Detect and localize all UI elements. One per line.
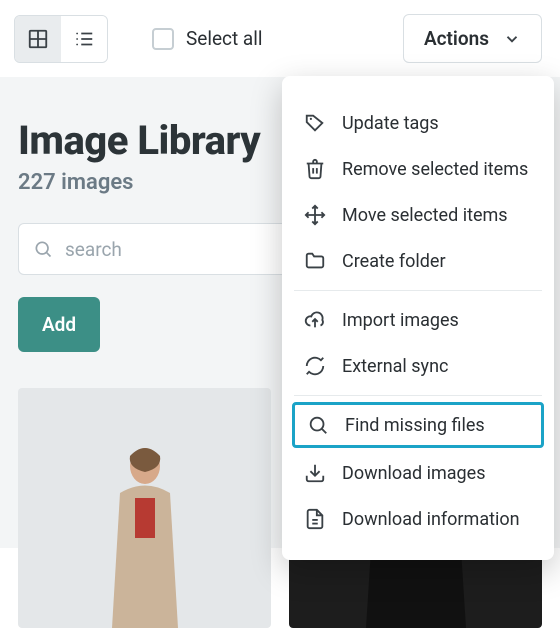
menu-separator bbox=[294, 395, 542, 396]
chevron-down-icon bbox=[503, 30, 521, 48]
tag-icon bbox=[304, 112, 326, 134]
menu-separator bbox=[294, 290, 542, 291]
menu-item-create-folder[interactable]: Create folder bbox=[282, 238, 554, 284]
view-toggle bbox=[14, 15, 108, 63]
menu-item-label: Download information bbox=[342, 509, 520, 530]
menu-item-label: Move selected items bbox=[342, 205, 508, 226]
select-all-label: Select all bbox=[186, 27, 263, 50]
grid-view-button[interactable] bbox=[15, 16, 61, 62]
grid-icon bbox=[27, 28, 49, 50]
list-icon bbox=[73, 28, 95, 50]
menu-item-label: Download images bbox=[342, 463, 486, 484]
search-icon bbox=[307, 414, 329, 436]
menu-item-find-missing[interactable]: Find missing files bbox=[292, 402, 544, 448]
person-image bbox=[90, 438, 200, 628]
menu-item-label: Find missing files bbox=[345, 415, 485, 436]
list-view-button[interactable] bbox=[61, 16, 107, 62]
sync-icon bbox=[304, 355, 326, 377]
menu-item-label: Remove selected items bbox=[342, 159, 528, 180]
actions-button[interactable]: Actions bbox=[403, 14, 542, 63]
cloud-upload-icon bbox=[304, 309, 326, 331]
actions-label: Actions bbox=[424, 27, 489, 50]
menu-item-sync[interactable]: External sync bbox=[282, 343, 554, 389]
search-icon bbox=[33, 239, 53, 259]
menu-item-label: Update tags bbox=[342, 113, 439, 134]
menu-item-download-info[interactable]: Download information bbox=[282, 496, 554, 542]
trash-icon bbox=[304, 158, 326, 180]
menu-item-move[interactable]: Move selected items bbox=[282, 192, 554, 238]
menu-item-label: Import images bbox=[342, 310, 459, 331]
download-icon bbox=[304, 462, 326, 484]
add-button[interactable]: Add bbox=[18, 297, 100, 352]
select-all[interactable]: Select all bbox=[152, 27, 263, 50]
file-text-icon bbox=[304, 508, 326, 530]
menu-item-label: Create folder bbox=[342, 251, 446, 272]
menu-item-update-tags[interactable]: Update tags bbox=[282, 100, 554, 146]
menu-item-download-images[interactable]: Download images bbox=[282, 450, 554, 496]
menu-item-remove[interactable]: Remove selected items bbox=[282, 146, 554, 192]
menu-item-label: External sync bbox=[342, 356, 448, 377]
actions-menu: Update tags Remove selected items Move s… bbox=[282, 76, 554, 560]
menu-item-import[interactable]: Import images bbox=[282, 297, 554, 343]
toolbar: Select all Actions bbox=[0, 0, 560, 77]
thumbnail[interactable] bbox=[18, 388, 271, 628]
select-all-checkbox[interactable] bbox=[152, 28, 174, 50]
move-icon bbox=[304, 204, 326, 226]
folder-icon bbox=[304, 250, 326, 272]
